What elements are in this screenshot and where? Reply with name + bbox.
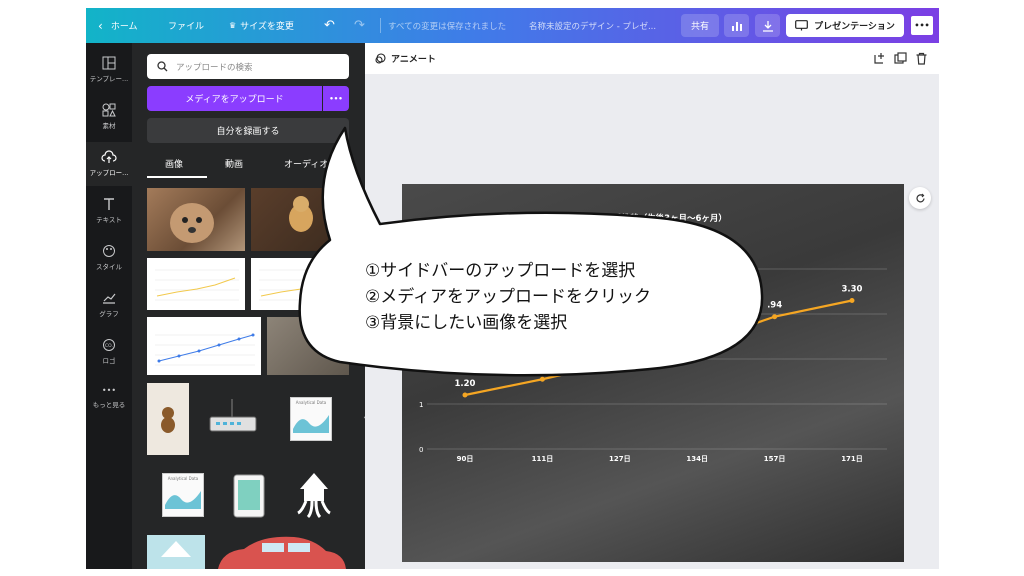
callout-text: ①サイドバーのアップロードを選択 ②メディアをアップロードをクリック ③背景にし… [365, 258, 651, 336]
callout-line: ②メディアをアップロードをクリック [365, 287, 652, 307]
callout-line: ③背景にしたい画像を選択 [365, 313, 568, 333]
callout-line: ①サイドバーのアップロードを選択 [365, 261, 636, 281]
